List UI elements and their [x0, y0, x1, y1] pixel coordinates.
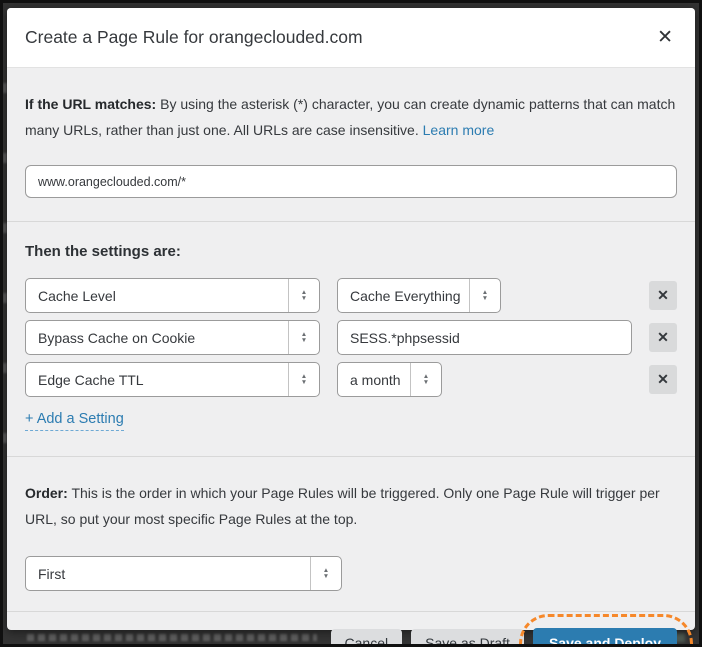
screen: Create a Page Rule for orangeclouded.com… [0, 0, 702, 647]
dialog-footer: Cancel Save as Draft Save and Deploy [7, 611, 695, 647]
setting-row-edge-cache-ttl: Edge Cache TTL ▲▼ a month ▲▼ ✕ [25, 362, 677, 397]
order-select-label: First [26, 566, 310, 582]
select-arrows-icon: ▲▼ [288, 321, 319, 354]
settings-heading: Then the settings are: [25, 243, 677, 260]
cookie-pattern-input[interactable] [337, 320, 632, 355]
url-pattern-input[interactable] [25, 165, 677, 198]
setting-rows: Cache Level ▲▼ Cache Everything ▲▼ ✕ Byp… [25, 278, 677, 397]
select-arrows-icon: ▲▼ [310, 557, 341, 590]
select-arrows-icon: ▲▼ [288, 363, 319, 396]
remove-setting-icon[interactable]: ✕ [649, 281, 677, 310]
setting-row-cache-level: Cache Level ▲▼ Cache Everything ▲▼ ✕ [25, 278, 677, 313]
url-match-section: If the URL matches: By using the asteris… [7, 68, 695, 221]
value-select-cache-everything[interactable]: Cache Everything ▲▼ [337, 278, 501, 313]
save-and-deploy-button[interactable]: Save and Deploy [533, 628, 677, 647]
order-text: This is the order in which your Page Rul… [25, 485, 660, 527]
order-section: Order: This is the order in which your P… [7, 456, 695, 611]
value-select-label: Cache Everything [338, 288, 469, 304]
select-arrows-icon: ▲▼ [410, 363, 441, 396]
order-lead: Order: [25, 485, 68, 501]
order-select[interactable]: First ▲▼ [25, 556, 342, 591]
setting-select-bypass-cache[interactable]: Bypass Cache on Cookie ▲▼ [25, 320, 320, 355]
value-select-a-month[interactable]: a month ▲▼ [337, 362, 442, 397]
select-arrows-icon: ▲▼ [288, 279, 319, 312]
save-and-deploy-wrap: Save and Deploy [533, 628, 677, 647]
cancel-button[interactable]: Cancel [331, 629, 403, 647]
value-select-label: a month [338, 372, 410, 388]
setting-select-label: Cache Level [26, 288, 288, 304]
setting-row-bypass-cache: Bypass Cache on Cookie ▲▼ ✕ [25, 320, 677, 355]
select-arrows-icon: ▲▼ [469, 279, 500, 312]
order-description: Order: This is the order in which your P… [25, 480, 677, 532]
remove-setting-icon[interactable]: ✕ [649, 323, 677, 352]
remove-setting-icon[interactable]: ✕ [649, 365, 677, 394]
setting-select-cache-level[interactable]: Cache Level ▲▼ [25, 278, 320, 313]
setting-select-label: Edge Cache TTL [26, 372, 288, 388]
dialog-title: Create a Page Rule for orangeclouded.com [25, 27, 653, 48]
settings-section: Then the settings are: Cache Level ▲▼ Ca… [7, 221, 695, 456]
create-page-rule-dialog: Create a Page Rule for orangeclouded.com… [7, 8, 695, 630]
setting-select-edge-cache-ttl[interactable]: Edge Cache TTL ▲▼ [25, 362, 320, 397]
add-setting-link[interactable]: + Add a Setting [25, 411, 124, 431]
url-match-description: If the URL matches: By using the asteris… [25, 91, 677, 143]
save-as-draft-button[interactable]: Save as Draft [411, 629, 524, 647]
learn-more-link[interactable]: Learn more [423, 122, 495, 138]
setting-select-label: Bypass Cache on Cookie [26, 330, 288, 346]
url-match-lead: If the URL matches: [25, 96, 156, 112]
close-icon[interactable]: ✕ [653, 26, 677, 49]
dialog-header: Create a Page Rule for orangeclouded.com… [7, 8, 695, 68]
